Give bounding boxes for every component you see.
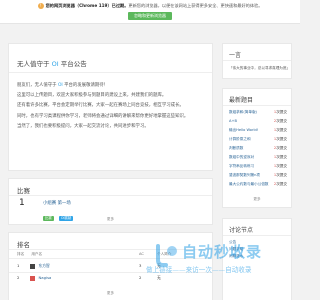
- announcement-line: 还有着许多比赛，平台会定期举行比赛，大家一起在赛场上同台竞技，相互学习成长。: [17, 103, 184, 109]
- problem-item[interactable]: 最大公约数与最小公倍数 2次提交: [229, 180, 287, 188]
- sidebar-discussion-title: 讨论节点: [229, 227, 254, 234]
- announcement-line: 当然了，我们也要积极提问，大家一起交流讨论，共同进步和学习。: [17, 123, 149, 129]
- rank-ac: 2: [139, 275, 142, 280]
- announcement-title: 无人值守于 OI 平台公告: [17, 60, 87, 68]
- divider: [223, 235, 291, 236]
- update-browser-button[interactable]: 忽略和更新浏览器: [128, 12, 172, 20]
- warning-title: 您的网页浏览器（Chrome 119）已过期。: [45, 3, 129, 8]
- sidebar-quote-text: 「伟大的事业中，总以寻求真理为底」: [229, 66, 291, 70]
- problem-item[interactable]: 数组求和(简单版) 1次提交: [229, 108, 287, 116]
- sidebar-quote-title: 一言: [229, 52, 242, 59]
- divider: [223, 105, 291, 106]
- announcement-body: 朋友们，无人值守于 OI 平台的发展敬请期待！ 这里可以上传题目，欢迎大家积极参…: [17, 81, 206, 132]
- rank-number: 1: [17, 263, 20, 268]
- sidebar-problems-title: 最新题目: [229, 97, 254, 104]
- sidebar-problems-card: 最新题目 数组求和(简单版) 1次提交 A+B 2次提交 输出Hello World…: [222, 88, 292, 208]
- rank-number: 2: [17, 275, 20, 280]
- rank-user-link[interactable]: 东方智: [38, 263, 49, 268]
- browser-warning-bar: ! 您的网页浏览器（Chrome 119）已过期。更新您的浏览器，以便在该网站上获…: [0, 0, 300, 24]
- watermark-brand: 自动秒收录: [182, 243, 263, 261]
- announcement-line: 朋友们，无人值守于 OI 平台的发展敬请期待！: [17, 83, 109, 88]
- avatar: [30, 263, 36, 269]
- ranking-more-link[interactable]: 更多: [9, 291, 212, 296]
- contest-card: 比赛 1 小组赛 第一场 比赛 OI赛制 更多: [8, 178, 213, 225]
- rank-bio: 无: [157, 275, 161, 280]
- contest-more-link[interactable]: 更多: [9, 217, 212, 222]
- contest-title: 比赛: [17, 187, 30, 195]
- contest-name-link[interactable]: 小组赛 第一场: [43, 200, 71, 206]
- divider: [9, 195, 212, 196]
- warning-text: ! 您的网页浏览器（Chrome 119）已过期。更新您的浏览器，以便在该网站上获…: [0, 2, 300, 10]
- announcement-line: 这里可以上传题目，欢迎大家积极参与到题目的建设上来，共建我们的题库。: [17, 93, 167, 99]
- rank-ac: 3: [139, 263, 142, 268]
- divider: [9, 72, 212, 73]
- ranking-title: 排名: [17, 241, 30, 249]
- announcement-card: 无人值守于 OI 平台公告 朋友们，无人值守于 OI 平台的发展敬请期待！ 这里…: [8, 43, 213, 171]
- warning-icon: !: [37, 3, 44, 9]
- divider: [223, 60, 291, 61]
- ranking-header-ac: AC: [139, 252, 144, 256]
- problem-item[interactable]: 字符串反转练习 1次提交: [229, 162, 287, 170]
- warning-desc: 更新您的浏览器，以便在该网站上获得更多安全、更快速和最好的体验。: [128, 3, 263, 8]
- problem-item[interactable]: 计算阶乘之和 1次提交: [229, 135, 287, 143]
- watermark-slogan: 做上链接——来访一次——自动收录: [146, 266, 252, 274]
- rank-user-link[interactable]: Nagisa: [38, 275, 51, 280]
- problem-item[interactable]: 判断质数 2次提交: [229, 144, 287, 152]
- ranking-row: 2 Nagisa 2 无: [17, 274, 209, 282]
- contest-day: 1: [19, 198, 25, 208]
- announcement-line: 同时，也有学习类课程供你学习，老师将会通过详细的讲解来帮你更好地掌握这些知识。: [17, 113, 189, 119]
- problem-item[interactable]: A+B 2次提交: [229, 117, 287, 125]
- sidebar-quote-card: 一言 「伟大的事业中，总以寻求真理为底」: [222, 43, 292, 79]
- avatar: [30, 275, 36, 281]
- problems-more-link[interactable]: 更多: [223, 197, 291, 202]
- ranking-header: 排名 用户名: [17, 252, 43, 256]
- problem-item[interactable]: 数组中的逆序对 1次提交: [229, 153, 287, 161]
- problem-item[interactable]: 输出Hello World! 1次提交: [229, 126, 287, 134]
- problem-item[interactable]: 斐波那契数列第n项 1次提交: [229, 171, 287, 179]
